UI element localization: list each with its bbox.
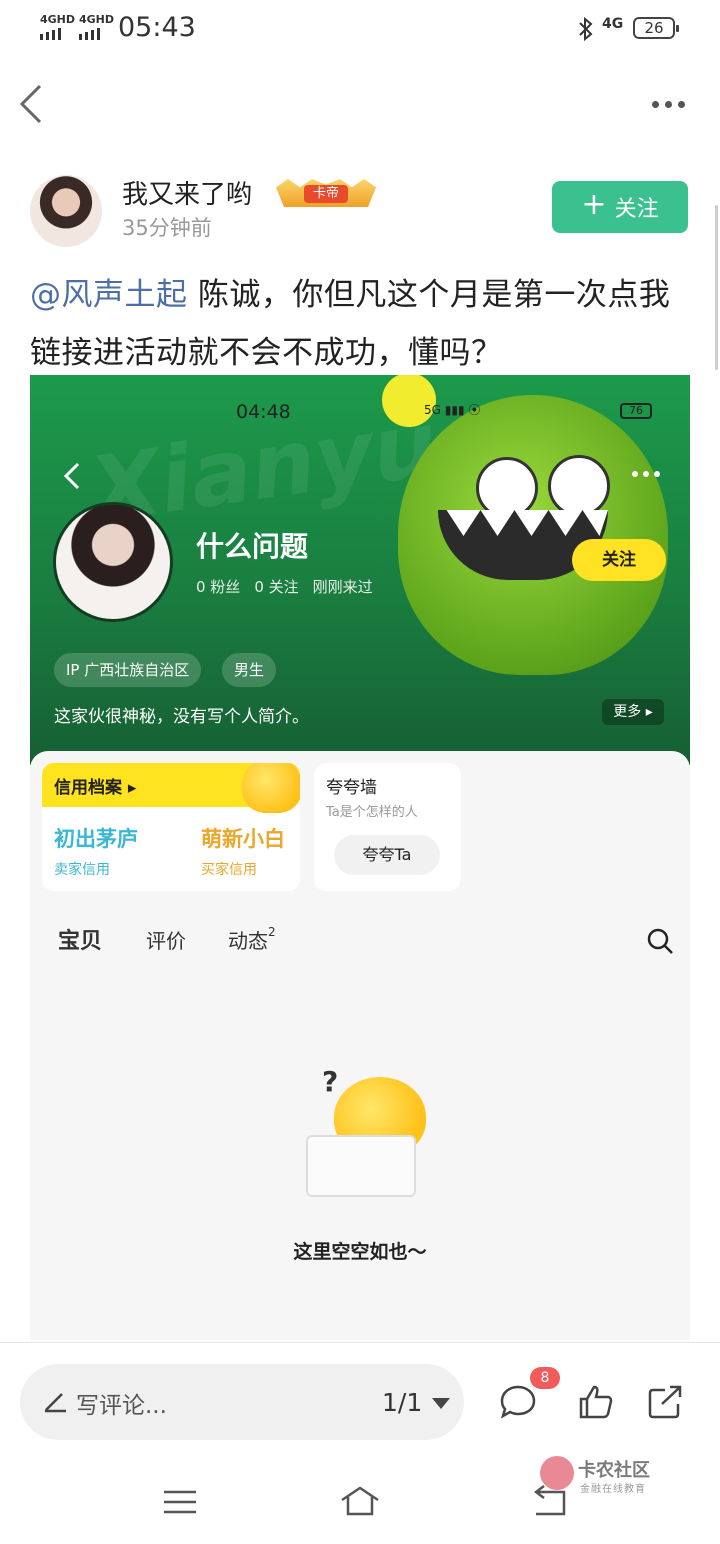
watermark-subtitle: 金融在线教育 — [580, 1484, 646, 1495]
search-icon — [647, 928, 673, 954]
post-image[interactable]: Xianyu 04:48 5G ▮▮▮ ⦿ 76 什么问题 0 粉丝 0 关注 … — [30, 375, 690, 1340]
back-nav-icon[interactable] — [530, 1484, 570, 1520]
bio-more-button: 更多 ▸ — [602, 699, 664, 725]
like-icon[interactable] — [576, 1382, 616, 1422]
seller-credit-label: 卖家信用 — [54, 862, 110, 878]
inner-clock: 04:48 — [236, 401, 291, 423]
divider — [0, 1342, 720, 1343]
chevron-down-icon[interactable] — [432, 1398, 450, 1409]
buyer-credit-level: 萌新小白 — [201, 827, 285, 851]
profile-header: Xianyu 04:48 5G ▮▮▮ ⦿ 76 什么问题 0 粉丝 0 关注 … — [30, 375, 690, 765]
more-options-icon[interactable] — [652, 95, 692, 113]
level-badge: 卡帝 — [276, 179, 376, 207]
plus-icon: + — [581, 187, 607, 222]
inner-battery: 76 — [620, 403, 652, 419]
network-type: 4GHD — [79, 13, 115, 26]
credit-card: 信用档案 ▸ 初出茅庐 卖家信用 萌新小白 买家信用 — [42, 763, 300, 891]
post-time: 35分钟前 — [122, 216, 212, 240]
empty-state-text: 这里空空如也～ — [293, 1241, 427, 1263]
comment-input[interactable]: 写评论... 1/1 — [20, 1364, 464, 1440]
inner-back-icon — [63, 462, 80, 490]
share-icon[interactable] — [645, 1382, 685, 1422]
praise-button: 夸夸Ta — [334, 835, 440, 875]
profile-name: 什么问题 — [196, 530, 309, 563]
network-type-4g: 4G — [602, 16, 624, 32]
pen-icon — [45, 1393, 66, 1413]
home-icon[interactable] — [340, 1484, 380, 1520]
page-indicator[interactable]: 1/1 — [382, 1388, 422, 1417]
praise-title: 夸夸墙 — [326, 778, 377, 798]
gender-tag: 男生 — [222, 653, 277, 687]
profile-tabs: 宝贝 评价 动态2 — [30, 915, 690, 965]
last-seen: 刚刚来过 — [312, 578, 373, 596]
ip-tag: IP 广西壮族自治区 — [54, 653, 202, 687]
question-icon: ? — [322, 1065, 339, 1098]
signal-indicator-2: 4GHD — [79, 14, 114, 40]
signal-indicator-1: 4GHD — [40, 14, 75, 40]
author-name[interactable]: 我又来了哟 — [122, 174, 252, 211]
back-icon[interactable] — [14, 80, 54, 128]
box-illustration — [306, 1135, 416, 1197]
praise-subtitle: Ta是个怎样的人 — [326, 805, 418, 820]
battery-indicator: 26 — [633, 17, 679, 39]
buyer-credit-label: 买家信用 — [201, 862, 257, 878]
watermark-title: 卡农社区 — [578, 1460, 650, 1481]
mascot-chick — [242, 763, 300, 813]
profile-stats: 0 粉丝 0 关注 刚刚来过 — [196, 576, 373, 597]
seller-credit-level: 初出茅庐 — [54, 827, 138, 851]
inner-more-icon — [632, 471, 660, 477]
network-type: 4GHD — [40, 13, 76, 26]
follow-button[interactable]: + 关注 — [552, 181, 688, 233]
status-bar: 4GHD 4GHD 05:43 4G 26 — [0, 0, 720, 58]
empty-illustration: ? — [294, 1065, 434, 1205]
scrollbar[interactable] — [715, 205, 718, 370]
praise-wall-card: 夸夸墙 Ta是个怎样的人 夸夸Ta — [314, 763, 461, 891]
follow-label: 关注 — [614, 197, 659, 222]
following-count: 0 关注 — [254, 578, 299, 596]
profile-follow-button: 关注 — [572, 539, 666, 581]
profile-avatar — [53, 502, 173, 622]
tab-reviews: 评价 — [146, 929, 186, 953]
fans-count: 0 粉丝 — [196, 578, 241, 596]
comment-count-badge: 8 — [530, 1367, 560, 1389]
bluetooth-icon — [579, 16, 593, 42]
post-body: @风声土起 陈诚，你但凡这个月是第一次点我链接进活动就不会不成功，懂吗？ — [30, 266, 700, 382]
comment-placeholder: 写评论... — [76, 1393, 167, 1419]
menu-icon[interactable] — [160, 1484, 200, 1520]
inner-status-icons: 5G ▮▮▮ ⦿ — [424, 403, 481, 417]
mascot-eye — [548, 455, 610, 517]
comment-icon[interactable] — [498, 1382, 538, 1422]
mention-link[interactable]: @风声土起 — [30, 277, 188, 313]
mascot-monster — [398, 395, 668, 675]
author-avatar[interactable] — [30, 175, 102, 247]
profile-bio: 这家伙很神秘，没有写个人简介。 — [54, 707, 309, 727]
clock: 05:43 — [118, 12, 196, 43]
badge-label: 卡帝 — [304, 185, 348, 203]
activity-count: 2 — [268, 925, 276, 939]
tab-items: 宝贝 — [58, 923, 106, 959]
tab-activity: 动态2 — [228, 925, 276, 953]
